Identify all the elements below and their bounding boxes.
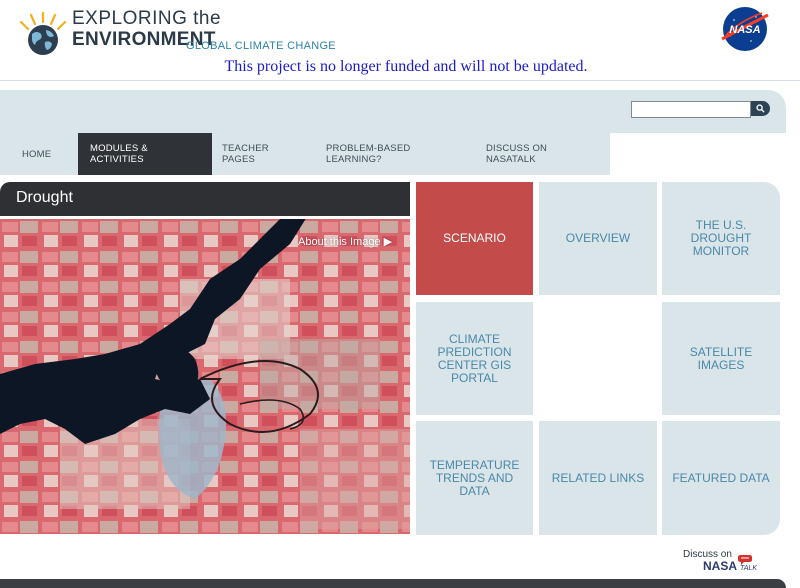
logo-title-line1: EXPLORING the	[72, 8, 222, 29]
tile-related-links[interactable]: RELATED LINKS	[539, 421, 657, 535]
search-input[interactable]	[631, 101, 751, 118]
nasatalk-label: NASA	[703, 559, 738, 573]
globe-sun-logo-icon	[19, 12, 67, 55]
tile-empty	[539, 302, 657, 415]
nasa-logo-text: NASA	[729, 24, 760, 36]
tile-drought-monitor[interactable]: THE U.S. DROUGHT MONITOR	[662, 182, 780, 295]
drought-satellite-image	[0, 219, 410, 534]
funding-notice: This project is no longer funded and wil…	[224, 58, 588, 75]
header-divider	[0, 80, 800, 81]
talk-label: TALK	[740, 565, 757, 572]
satellite-image	[0, 219, 410, 534]
nav-item-teacher-pages[interactable]: TEACHER PAGES	[212, 133, 312, 175]
nav-item-problem-based-learning[interactable]: PROBLEM-BASED LEARNING?	[312, 133, 474, 175]
search-button[interactable]	[751, 101, 770, 116]
main-nav: HOME MODULES & ACTIVITIES TEACHER PAGES …	[0, 133, 610, 175]
about-image-link[interactable]: About this Image ▶	[298, 235, 392, 248]
speech-bubble-icon	[738, 555, 752, 565]
module-title-bar: Drought	[0, 182, 410, 216]
nav-item-home[interactable]: HOME	[0, 133, 70, 175]
logo-subtitle: GLOBAL CLIMATE CHANGE	[186, 40, 336, 52]
nav-item-discuss-nasatalk[interactable]: DISCUSS ON NASATALK	[474, 133, 610, 175]
discuss-nasatalk-link[interactable]: Discuss on NASA TALK	[683, 547, 763, 575]
tile-temperature-trends[interactable]: TEMPERATURE TRENDS AND DATA	[416, 421, 533, 535]
search-icon	[756, 104, 765, 113]
footer-bar	[0, 579, 786, 588]
tile-scenario[interactable]: SCENARIO	[416, 182, 533, 295]
module-title: Drought	[16, 189, 73, 206]
nasa-logo-icon[interactable]: NASA	[718, 5, 772, 53]
tile-overview[interactable]: OVERVIEW	[539, 182, 657, 295]
site-logo[interactable]: EXPLORING the ENVIRONMENT GLOBAL CLIMATE…	[18, 4, 338, 56]
tile-climate-prediction-gis[interactable]: CLIMATE PREDICTION CENTER GIS PORTAL	[416, 302, 533, 415]
tile-satellite-images[interactable]: SATELLITE IMAGES	[662, 302, 780, 415]
nav-item-modules-activities[interactable]: MODULES & ACTIVITIES	[78, 133, 212, 175]
tile-featured-data[interactable]: FEATURED DATA	[662, 421, 780, 535]
